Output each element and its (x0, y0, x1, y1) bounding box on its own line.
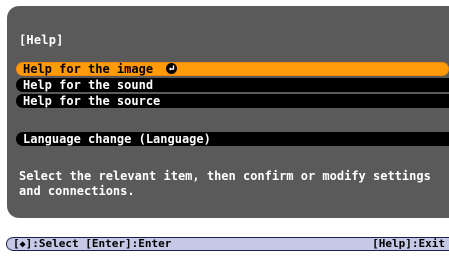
enter-icon (166, 63, 178, 74)
menu-title: [Help] (19, 33, 64, 47)
exit-hint: [Help]:Exit (372, 237, 445, 250)
menu-item-label: Language change (Language) (23, 132, 211, 146)
menu-item-language-change[interactable]: Language change (Language) (16, 132, 449, 146)
select-hint-text: ]:Select [Enter]:Enter (25, 237, 172, 250)
menu-item-help-source[interactable]: Help for the source (16, 94, 449, 108)
bracket-open: [ (13, 237, 20, 250)
help-menu-panel: [Help] Help for the image Help for the s… (7, 6, 449, 218)
menu-item-help-image[interactable]: Help for the image (16, 62, 449, 76)
footer-hint-bar: [◆]:Select [Enter]:Enter [Help]:Exit (6, 237, 449, 251)
menu-item-label: Help for the source (23, 94, 161, 108)
help-description: Select the relevant item, then confirm o… (19, 169, 431, 198)
menu-item-help-sound[interactable]: Help for the sound (16, 78, 449, 92)
menu-item-label: Help for the sound (23, 78, 154, 92)
menu-item-label: Help for the image (23, 62, 154, 76)
select-enter-hint: [◆]:Select [Enter]:Enter (13, 238, 171, 251)
